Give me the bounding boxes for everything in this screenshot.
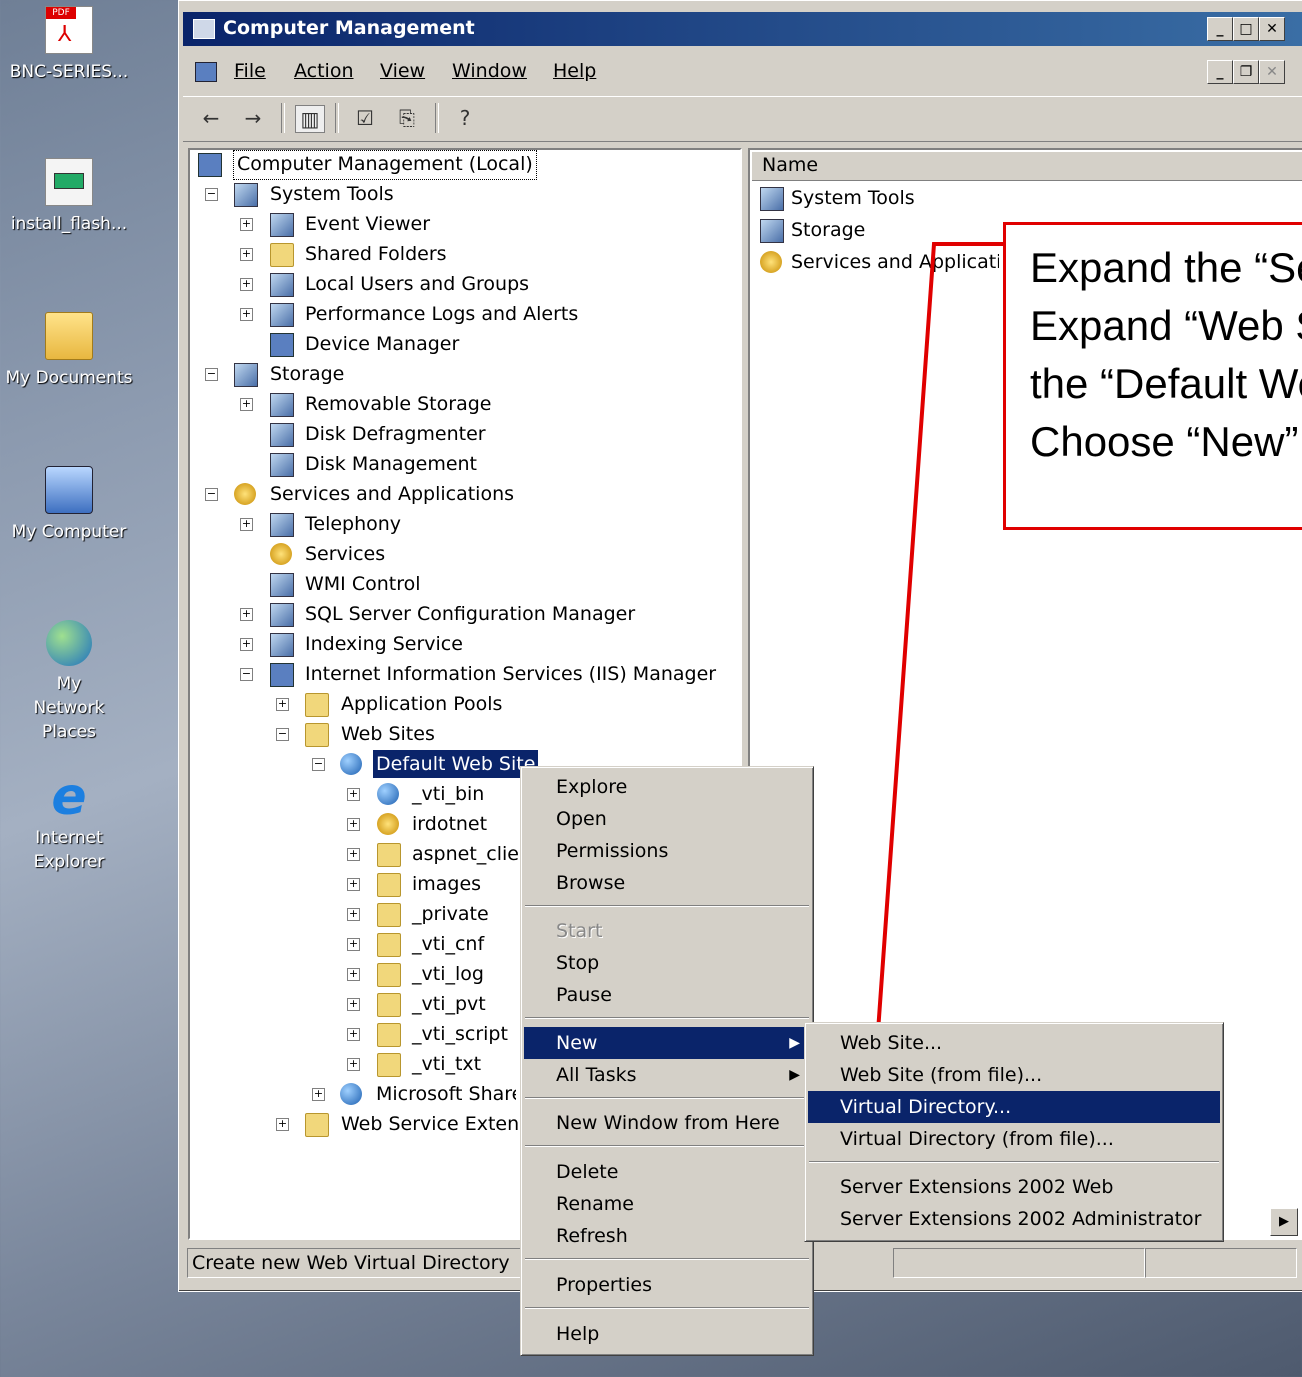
menu-separator xyxy=(809,1161,1219,1163)
menu-item-server-extensions-web[interactable]: Server Extensions 2002 Web xyxy=(808,1171,1220,1203)
menu-item-permissions[interactable]: Permissions xyxy=(524,835,810,867)
menu-item-web-site-from-file[interactable]: Web Site (from file)... xyxy=(808,1059,1220,1091)
menu-item-delete[interactable]: Delete xyxy=(524,1156,810,1188)
new-submenu: Web Site... Web Site (from file)... Virt… xyxy=(804,1022,1224,1242)
menu-item-refresh[interactable]: Refresh xyxy=(524,1220,810,1252)
submenu-arrow-icon: ▶ xyxy=(789,1035,800,1051)
menu-separator xyxy=(525,1258,809,1260)
menu-item-all-tasks-label: All Tasks xyxy=(556,1064,637,1086)
menu-item-server-extensions-admin[interactable]: Server Extensions 2002 Administrator xyxy=(808,1203,1220,1235)
menu-separator xyxy=(525,1145,809,1147)
menu-item-stop[interactable]: Stop xyxy=(524,947,810,979)
menu-item-new-label: New xyxy=(556,1032,598,1054)
menu-separator xyxy=(525,1307,809,1309)
menu-separator xyxy=(525,1097,809,1099)
menu-item-start: Start xyxy=(556,920,603,942)
menu-item-new-window[interactable]: New Window from Here xyxy=(524,1107,810,1139)
menu-item-explore[interactable]: Explore xyxy=(524,771,810,803)
menu-item-virtual-directory-from-file[interactable]: Virtual Directory (from file)... xyxy=(808,1123,1220,1155)
menu-item-open[interactable]: Open xyxy=(524,803,810,835)
menu-item-properties[interactable]: Properties xyxy=(524,1269,810,1301)
menu-item-new[interactable]: New ▶ xyxy=(524,1027,810,1059)
menu-item-pause[interactable]: Pause xyxy=(524,979,810,1011)
menu-separator xyxy=(525,905,809,907)
menu-item-browse[interactable]: Browse xyxy=(524,867,810,899)
menu-separator xyxy=(525,1017,809,1019)
menu-item-rename[interactable]: Rename xyxy=(524,1188,810,1220)
context-menu: Explore Open Permissions Browse Start St… xyxy=(520,766,814,1356)
menu-item-help[interactable]: Help xyxy=(524,1318,810,1350)
menu-item-all-tasks[interactable]: All Tasks ▶ xyxy=(524,1059,810,1091)
menu-item-virtual-directory[interactable]: Virtual Directory... xyxy=(808,1091,1220,1123)
menu-item-web-site[interactable]: Web Site... xyxy=(808,1027,1220,1059)
submenu-arrow-icon: ▶ xyxy=(789,1067,800,1083)
